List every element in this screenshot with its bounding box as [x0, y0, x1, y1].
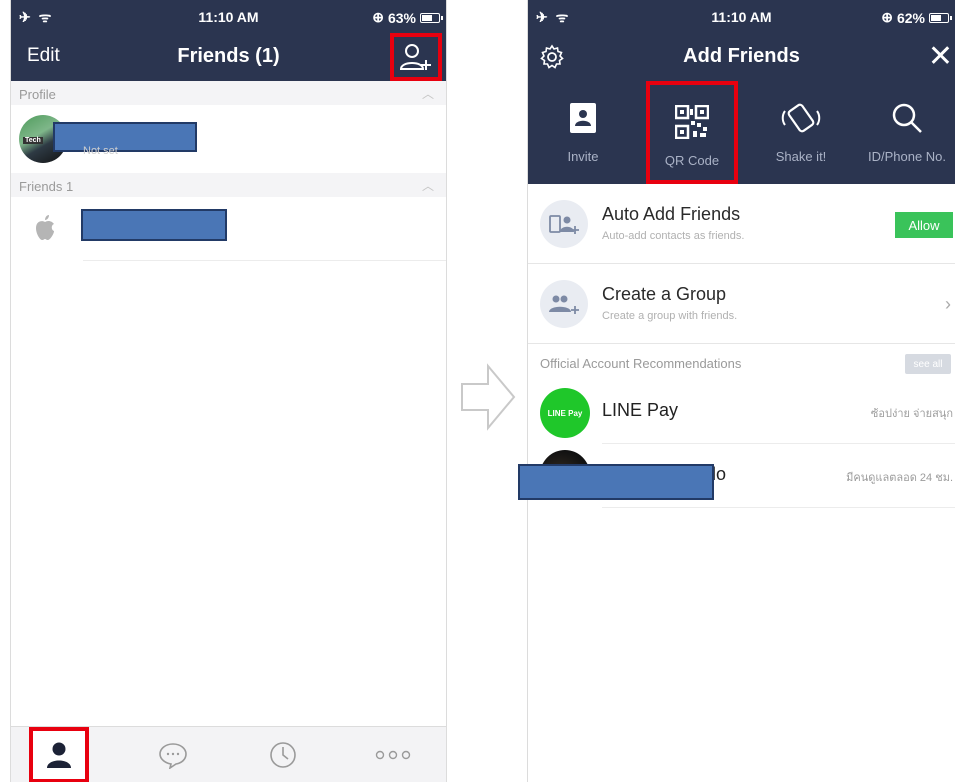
recommendation-item[interactable]: LINE Pay LINE Pay ซ้อปง่าย จ่ายสนุก: [528, 380, 955, 444]
line-pay-logo: LINE Pay: [540, 388, 590, 438]
add-friends-nav-bar: Add Friends ✕: [528, 33, 955, 81]
rotation-lock-icon: ⊕: [372, 9, 384, 25]
auto-add-contacts-icon: [549, 215, 579, 234]
invite-button[interactable]: Invite: [528, 81, 638, 184]
redacted-account-name: [518, 464, 714, 500]
create-group-icon: [549, 295, 579, 314]
redacted-friend-name: [81, 209, 227, 241]
option-title: Auto Add Friends: [602, 204, 741, 224]
tab-more[interactable]: [363, 727, 423, 782]
recommendations-header: Official Account Recommendations see all: [528, 344, 955, 380]
friends-icon: [47, 742, 71, 768]
friends-nav-bar: Edit Friends (1): [11, 33, 446, 81]
apple-icon: [36, 215, 54, 240]
chat-icon: [159, 743, 187, 769]
recommendation-name: LINE Pay: [602, 400, 679, 420]
redacted-profile-name: [53, 122, 197, 152]
friends-screen: ✈ ᯤ 11:10 AM ⊕ 63% Edit Friends (1) Prof…: [10, 0, 447, 782]
chevron-up-icon: ︿: [421, 179, 434, 193]
option-title: Create a Group: [602, 284, 727, 304]
page-title: Friends (1): [177, 45, 280, 67]
status-bar: ✈ ᯤ 11:10 AM ⊕ 63%: [11, 0, 446, 33]
invite-icon: [570, 103, 596, 133]
friends-section-header[interactable]: Friends 1 ︿: [11, 173, 446, 197]
recommendation-desc: มีคนดูแลตลอด 24 ชม.: [846, 472, 953, 484]
profile-row[interactable]: Tech Not set: [11, 105, 446, 173]
option-subtitle: Auto-add contacts as friends.: [602, 230, 745, 242]
timeline-icon: [270, 742, 296, 768]
battery-percent: 63%: [387, 9, 416, 26]
add-method-bar: Invite QR Code Shake it! ID/Phone No.: [528, 81, 955, 184]
add-friend-icon: [399, 44, 431, 70]
more-icon: [375, 750, 411, 760]
recommendation-name: lo: [712, 464, 727, 484]
option-subtitle: Create a group with friends.: [602, 310, 738, 322]
tab-timeline[interactable]: [253, 727, 313, 782]
page-title: Add Friends: [683, 45, 800, 67]
auto-add-friends-row[interactable]: Auto Add Friends Auto-add contacts as fr…: [528, 184, 955, 264]
recommendation-desc: ซ้อปง่าย จ่ายสนุก: [870, 408, 953, 420]
arrow-right-icon: [461, 363, 516, 431]
rotation-lock-icon: ⊕: [881, 9, 893, 25]
friend-row[interactable]: [11, 197, 446, 261]
profile-section-header[interactable]: Profile ︿: [11, 81, 446, 105]
battery-icon: [420, 12, 443, 23]
allow-button[interactable]: Allow: [895, 212, 953, 238]
create-group-row[interactable]: Create a Group Create a group with frien…: [528, 264, 955, 344]
shake-it-button[interactable]: Shake it!: [746, 81, 856, 184]
qr-code-icon: [675, 105, 709, 139]
tab-friends[interactable]: [29, 727, 89, 782]
chevron-up-icon: ︿: [421, 87, 434, 101]
battery-icon: [929, 12, 952, 23]
see-all-button[interactable]: see all: [905, 354, 951, 374]
tab-chats[interactable]: [143, 727, 203, 782]
profile-status-message: Not set: [83, 145, 118, 157]
add-friends-screen: ✈ ᯤ 11:10 AM ⊕ 62% Add Friends ✕ Invite: [527, 0, 955, 782]
qr-code-button[interactable]: QR Code: [646, 81, 738, 184]
battery-percent: 62%: [896, 9, 925, 26]
close-icon[interactable]: ✕: [928, 39, 953, 74]
search-icon: [892, 103, 922, 133]
shake-icon: [781, 103, 821, 133]
id-phone-search-button[interactable]: ID/Phone No.: [854, 81, 955, 184]
bottom-tab-bar: [11, 726, 446, 782]
chevron-right-icon: ›: [945, 294, 951, 314]
status-bar: ✈ ᯤ 11:10 AM ⊕ 62%: [528, 0, 955, 33]
add-friend-button[interactable]: [390, 33, 442, 81]
